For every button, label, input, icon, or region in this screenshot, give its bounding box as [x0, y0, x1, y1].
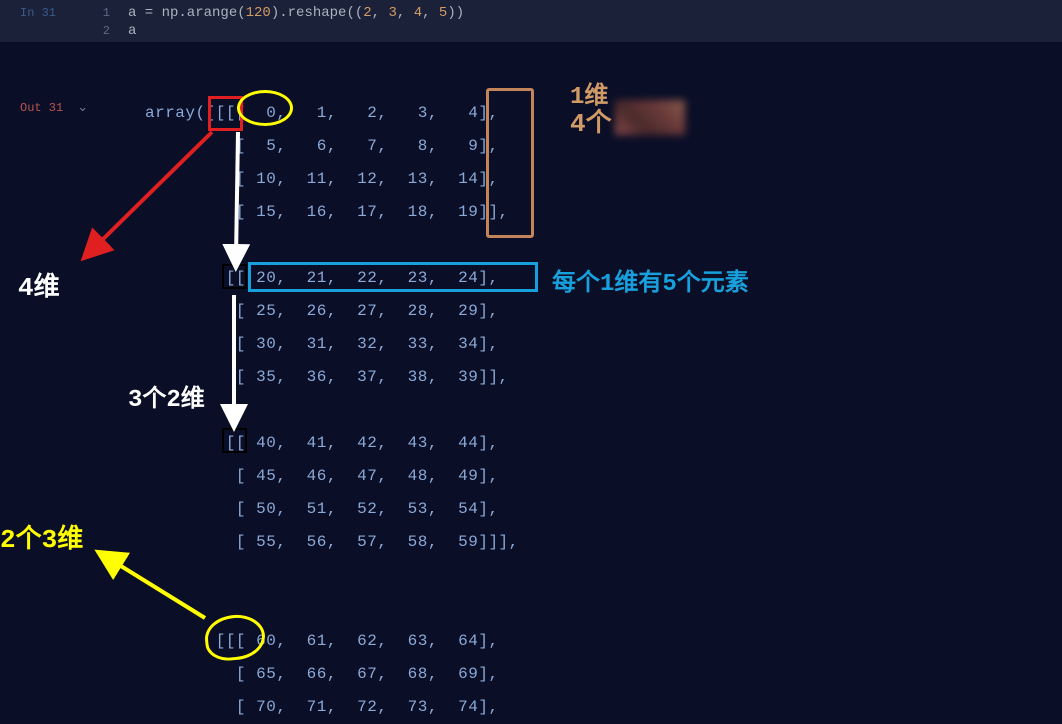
annotation-4x: 4个: [570, 102, 612, 139]
highlight-black-box-2: [222, 428, 247, 453]
code-line[interactable]: a: [128, 22, 464, 40]
highlight-blue-box: [248, 262, 538, 292]
annotation-2x3d: 2个3维: [0, 518, 83, 555]
annotation-1d-5elem: 每个1维有5个元素: [552, 262, 749, 298]
annotation-3x2d: 3个2维: [128, 378, 205, 414]
highlight-brown-box: [486, 88, 534, 238]
highlight-yellow-circle: [237, 90, 293, 126]
chevron-down-icon[interactable]: ⌄: [77, 99, 88, 117]
code-line[interactable]: a = np.arange(120).reshape((2, 3, 4, 5)): [128, 4, 464, 22]
censored-region: [615, 100, 685, 135]
line-number: 2: [80, 22, 110, 40]
line-number: 1: [80, 4, 110, 22]
input-prompt-label: In 31: [0, 4, 80, 38]
line-number-gutter: 1 2: [80, 4, 110, 38]
code-content[interactable]: a = np.arange(120).reshape((2, 3, 4, 5))…: [110, 4, 464, 38]
code-input-cell: In 31 1 2 a = np.arange(120).reshape((2,…: [0, 0, 1062, 42]
annotation-4d: 4维: [18, 266, 60, 303]
out-label-text: Out 31: [20, 99, 63, 117]
highlight-black-box-1: [222, 264, 247, 289]
output-prompt-label: Out 31 ⌄: [0, 87, 95, 724]
